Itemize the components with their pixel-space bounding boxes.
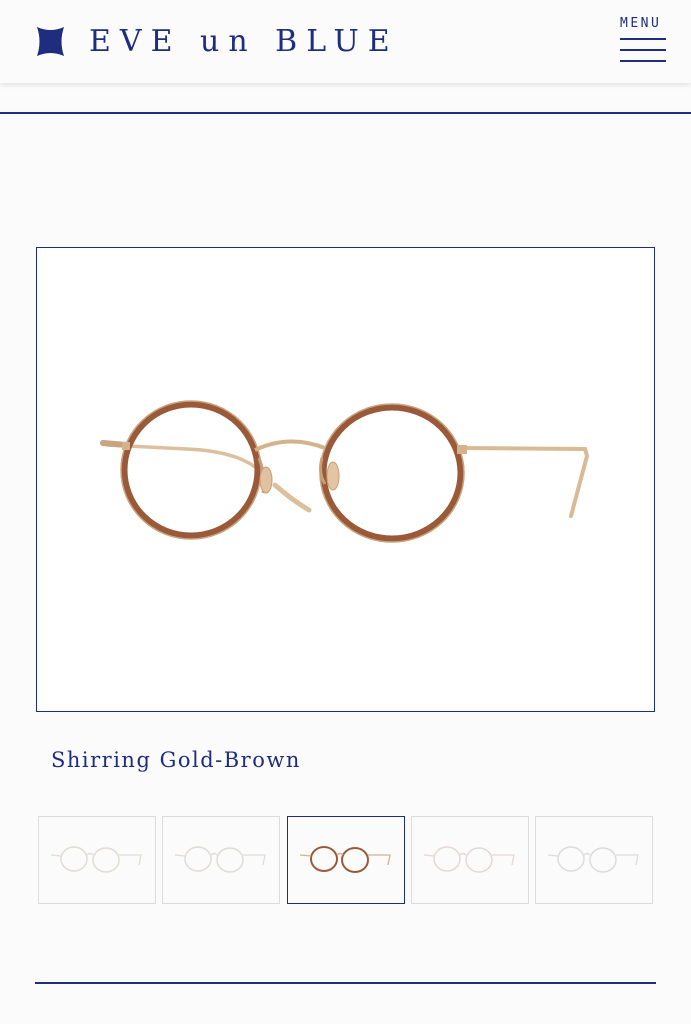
thumbnail-3-selected[interactable] xyxy=(287,816,405,904)
header-divider xyxy=(0,112,691,114)
brand-logo[interactable]: EVE un BLUE xyxy=(34,25,399,58)
glasses-thumbnail-icon xyxy=(299,846,391,873)
glasses-thumbnail-icon xyxy=(174,846,266,873)
logo-mark-icon xyxy=(37,27,64,56)
thumbnail-2[interactable] xyxy=(162,816,280,904)
site-header: EVE un BLUE MENU xyxy=(0,0,691,83)
menu-button[interactable]: MENU xyxy=(620,16,668,66)
menu-label: MENU xyxy=(620,16,662,31)
thumbnail-4[interactable] xyxy=(411,816,529,904)
glasses-thumbnail-icon xyxy=(547,846,639,873)
glasses-image xyxy=(100,400,590,543)
glasses-thumbnail-icon xyxy=(50,846,142,873)
footer-divider xyxy=(35,982,656,984)
brand-name: EVE un BLUE xyxy=(89,24,399,59)
product-name: Shirring Gold-Brown xyxy=(51,748,301,772)
main-product-image xyxy=(36,247,655,712)
thumbnail-1[interactable] xyxy=(38,816,156,904)
thumbnail-5[interactable] xyxy=(535,816,653,904)
glasses-thumbnail-icon xyxy=(423,846,515,873)
